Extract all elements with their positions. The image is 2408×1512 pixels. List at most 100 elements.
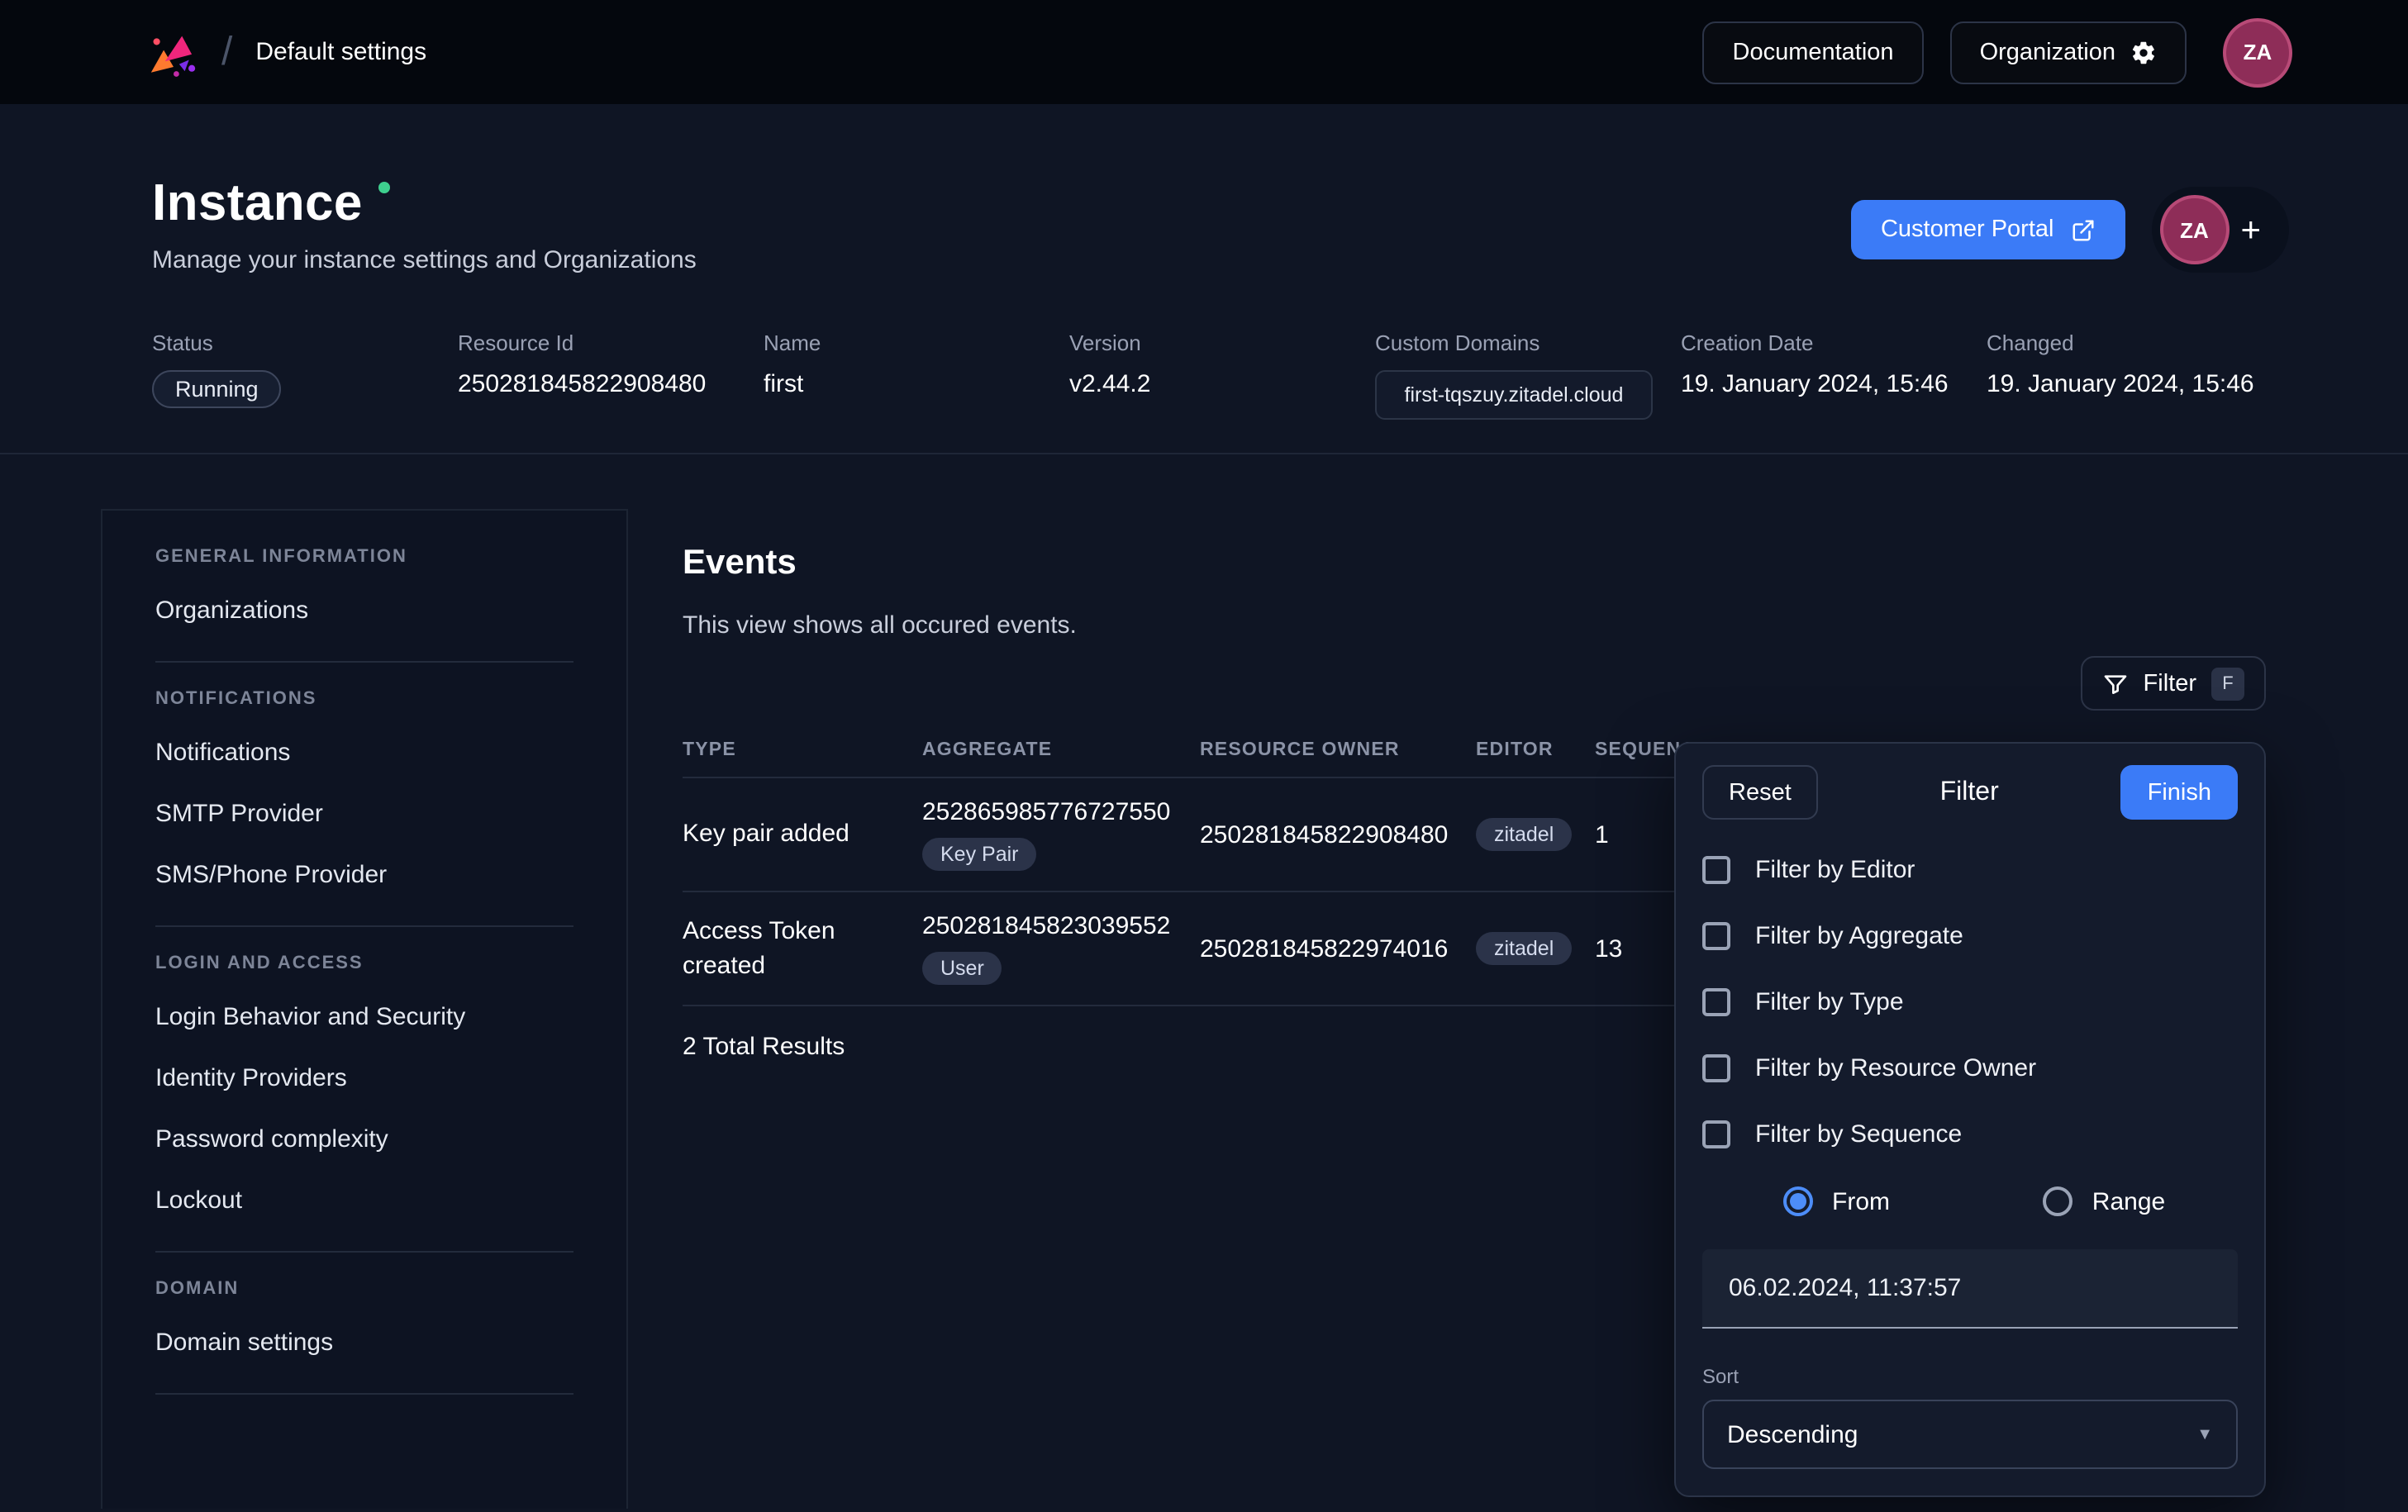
sidebar-divider	[155, 1252, 573, 1253]
gear-icon	[2130, 39, 2157, 65]
filter-checkbox-list: Filter by Editor Filter by Aggregate Fil…	[1702, 836, 2238, 1167]
radio-selected-icon[interactable]	[1782, 1186, 1812, 1216]
editor-chip: zitadel	[1476, 819, 1572, 852]
hero-title-block: Instance Manage your instance settings a…	[152, 174, 697, 274]
radio-unselected-icon[interactable]	[2043, 1186, 2072, 1216]
filter-popup-header: Reset Filter Finish	[1702, 765, 2238, 820]
filter-shortcut-key: F	[2211, 668, 2244, 701]
user-avatar[interactable]: ZA	[2226, 21, 2289, 83]
checkbox-label: Filter by Sequence	[1755, 1120, 1962, 1148]
info-creation-date-label: Creation Date	[1681, 330, 1987, 355]
filter-button[interactable]: Filter F	[2081, 657, 2266, 711]
filter-by-resource-owner-option[interactable]: Filter by Resource Owner	[1702, 1034, 2238, 1101]
sidebar-divider	[155, 926, 573, 928]
reset-button[interactable]: Reset	[1702, 765, 1818, 820]
sidebar-heading-general: GENERAL INFORMATION	[155, 548, 573, 568]
aggregate-type-chip: Key Pair	[922, 839, 1037, 872]
editor-chip: zitadel	[1476, 933, 1572, 966]
radio-range[interactable]: Range	[1970, 1186, 2238, 1216]
filter-by-aggregate-option[interactable]: Filter by Aggregate	[1702, 902, 2238, 968]
chevron-down-icon: ▼	[2196, 1425, 2213, 1443]
filter-by-sequence-option[interactable]: Filter by Sequence	[1702, 1101, 2238, 1167]
sidebar-heading-domain: DOMAIN	[155, 1280, 573, 1300]
zitadel-logo[interactable]	[145, 24, 202, 80]
external-link-icon	[2070, 217, 2095, 242]
info-status-label: Status	[152, 330, 458, 355]
sidebar-item-lockout[interactable]: Lockout	[155, 1171, 573, 1232]
info-resource-id: Resource Id 250281845822908480	[458, 330, 764, 421]
sidebar-item-login-behavior[interactable]: Login Behavior and Security	[155, 987, 573, 1048]
checkbox-label: Filter by Resource Owner	[1755, 1053, 2036, 1082]
filter-by-editor-option[interactable]: Filter by Editor	[1702, 836, 2238, 902]
info-version: Version v2.44.2	[1069, 330, 1375, 421]
finish-button[interactable]: Finish	[2121, 765, 2238, 820]
info-resource-id-label: Resource Id	[458, 330, 764, 355]
aggregate-id: 250281845823039552	[922, 913, 1200, 941]
page-subtitle: Manage your instance settings and Organi…	[152, 246, 697, 274]
filter-row: Filter F	[683, 657, 2266, 711]
filter-popup-title: Filter	[1818, 777, 2121, 807]
event-type: Access Token created	[683, 913, 922, 985]
sidebar-item-organizations[interactable]: Organizations	[155, 581, 573, 642]
instance-avatar[interactable]: ZA	[2163, 198, 2225, 261]
customer-portal-button[interactable]: Customer Portal	[1851, 200, 2125, 259]
info-creation-date: Creation Date 19. January 2024, 15:46	[1681, 330, 1987, 421]
radio-from[interactable]: From	[1702, 1186, 1970, 1216]
column-aggregate[interactable]: AGGREGATE	[922, 741, 1200, 761]
sidebar-divider	[155, 662, 573, 663]
event-aggregate: 250281845823039552 User	[922, 913, 1200, 986]
top-header: / Default settings Documentation Organiz…	[0, 0, 2408, 104]
add-organization-button[interactable]: +	[2225, 212, 2276, 247]
zitadel-logo-icon	[145, 24, 202, 80]
filter-by-type-option[interactable]: Filter by Type	[1702, 968, 2238, 1034]
sidebar-item-password-complexity[interactable]: Password complexity	[155, 1110, 573, 1171]
breadcrumb: Default settings	[255, 38, 426, 66]
checkbox-icon[interactable]	[1702, 1053, 1730, 1082]
checkbox-icon[interactable]	[1702, 987, 1730, 1015]
info-creation-date-value: 19. January 2024, 15:46	[1681, 370, 1987, 398]
sidebar-heading-login-access: LOGIN AND ACCESS	[155, 954, 573, 974]
event-aggregate: 252865985776727550 Key Pair	[922, 799, 1200, 872]
instance-status-dot	[379, 182, 391, 193]
events-title: Events	[683, 544, 2408, 584]
checkbox-icon[interactable]	[1702, 855, 1730, 883]
sort-select[interactable]: Descending ▼	[1702, 1400, 2238, 1469]
radio-label: Range	[2092, 1187, 2165, 1215]
filter-button-label: Filter	[2144, 671, 2196, 697]
sort-select-value: Descending	[1727, 1420, 1858, 1448]
info-name: Name first	[764, 330, 1069, 421]
info-name-value: first	[764, 370, 1069, 398]
info-changed-label: Changed	[1987, 330, 2292, 355]
checkbox-icon[interactable]	[1702, 1120, 1730, 1148]
column-editor[interactable]: EDITOR	[1476, 741, 1595, 761]
checkbox-icon[interactable]	[1702, 921, 1730, 949]
organization-button[interactable]: Organization	[1950, 21, 2187, 83]
sidebar-item-smtp-provider[interactable]: SMTP Provider	[155, 784, 573, 845]
instance-info-row: Status Running Resource Id 2502818458229…	[152, 330, 2289, 421]
column-resource-owner[interactable]: RESOURCE OWNER	[1200, 741, 1476, 761]
info-changed: Changed 19. January 2024, 15:46	[1987, 330, 2292, 421]
aggregate-id: 252865985776727550	[922, 799, 1200, 827]
organization-button-label: Organization	[1980, 39, 2115, 65]
custom-domain-chip[interactable]: first-tqszuy.zitadel.cloud	[1375, 370, 1653, 421]
documentation-button[interactable]: Documentation	[1703, 21, 1924, 83]
resource-owner: 250281845822974016	[1200, 935, 1476, 963]
column-type[interactable]: TYPE	[683, 741, 922, 761]
sort-label: Sort	[1702, 1365, 2238, 1388]
info-version-value: v2.44.2	[1069, 370, 1375, 398]
sidebar-item-sms-phone-provider[interactable]: SMS/Phone Provider	[155, 845, 573, 906]
filter-popup: Reset Filter Finish Filter by Editor Fil…	[1674, 742, 2266, 1497]
hero-actions: Customer Portal ZA +	[1851, 187, 2289, 273]
app-window: / Default settings Documentation Organiz…	[0, 0, 2408, 1512]
sidebar-item-identity-providers[interactable]: Identity Providers	[155, 1048, 573, 1110]
info-changed-value: 19. January 2024, 15:46	[1987, 370, 2292, 398]
checkbox-label: Filter by Type	[1755, 987, 1904, 1015]
checkbox-label: Filter by Aggregate	[1755, 921, 1963, 949]
sidebar-item-notifications[interactable]: Notifications	[155, 723, 573, 784]
checkbox-label: Filter by Editor	[1755, 855, 1915, 883]
sequence-date-input[interactable]: 06.02.2024, 11:37:57	[1702, 1249, 2238, 1329]
sidebar-item-domain-settings[interactable]: Domain settings	[155, 1313, 573, 1374]
sidebar-divider	[155, 1394, 573, 1396]
info-version-label: Version	[1069, 330, 1375, 355]
events-description: This view shows all occured events.	[683, 612, 2408, 640]
